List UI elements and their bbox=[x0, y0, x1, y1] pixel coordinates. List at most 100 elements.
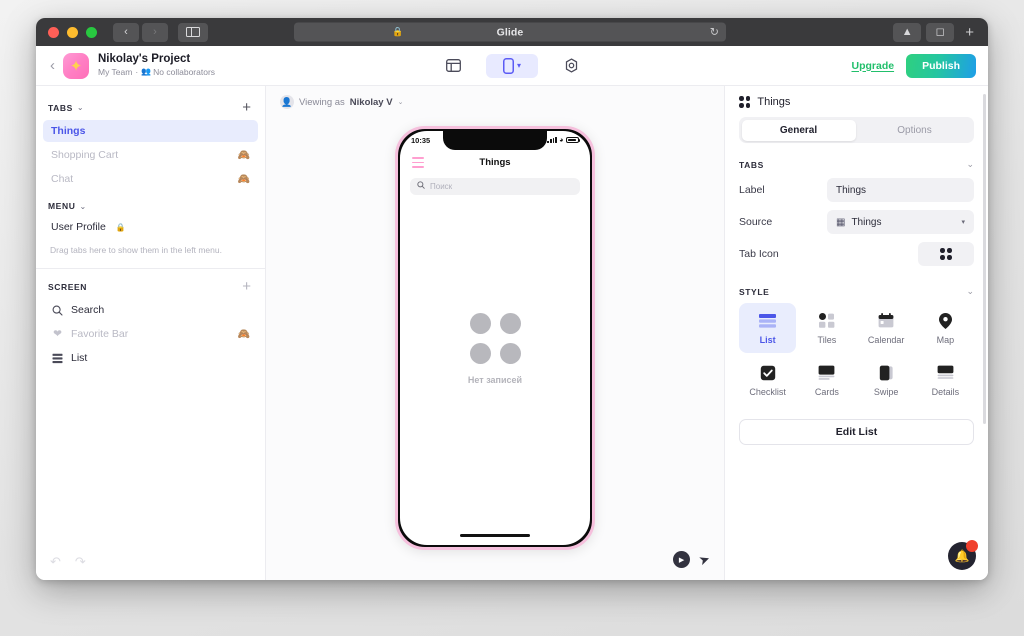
list-icon bbox=[51, 353, 64, 364]
reload-icon[interactable]: ↻ bbox=[710, 26, 719, 39]
style-option-label: Details bbox=[931, 387, 960, 397]
undo-icon[interactable]: ↶ bbox=[50, 554, 61, 570]
redo-icon[interactable]: ↷ bbox=[75, 554, 86, 570]
address-bar-title: Glide bbox=[496, 26, 524, 38]
hidden-eye-icon[interactable]: 🙈 bbox=[238, 150, 250, 161]
editor-mode-switcher: ▾ bbox=[438, 53, 586, 78]
minimize-window-button[interactable] bbox=[67, 26, 78, 38]
tiles-style-icon bbox=[818, 312, 835, 329]
lock-icon: 🔒 bbox=[115, 222, 126, 232]
calendar-style-icon bbox=[878, 312, 894, 329]
style-option-map[interactable]: Map bbox=[917, 303, 974, 353]
menu-section-title[interactable]: MENU ⌄ bbox=[48, 201, 87, 211]
tabs-group-header[interactable]: TABS ⌄ bbox=[739, 159, 974, 170]
style-option-cards[interactable]: Cards bbox=[798, 355, 855, 405]
tool-data-editor[interactable] bbox=[438, 54, 468, 78]
project-subtitle: My Team · 👥 No collaborators bbox=[98, 67, 215, 78]
style-option-checklist[interactable]: Checklist bbox=[739, 355, 796, 405]
style-option-list[interactable]: List bbox=[739, 303, 797, 353]
close-window-button[interactable] bbox=[48, 26, 59, 38]
upgrade-link[interactable]: Upgrade bbox=[851, 60, 894, 72]
sidebar-item-user-profile[interactable]: User Profile 🔒 bbox=[43, 216, 258, 238]
glide-app: ‹ ✦ Nikolay's Project My Team · 👥 No col… bbox=[36, 46, 988, 580]
publish-button[interactable]: Publish bbox=[906, 53, 976, 78]
window-traffic-lights[interactable] bbox=[48, 26, 97, 38]
new-tab-button[interactable]: + bbox=[959, 24, 980, 41]
subtitle-separator: · bbox=[135, 66, 139, 77]
style-option-details[interactable]: Details bbox=[917, 355, 974, 405]
sidebar-toggle-icon[interactable] bbox=[178, 22, 208, 42]
back-to-projects-button[interactable]: ‹ bbox=[46, 57, 63, 74]
sidebar-item-search[interactable]: Search bbox=[43, 299, 258, 321]
list-style-icon bbox=[759, 312, 777, 329]
browser-back-button[interactable]: ‹ bbox=[113, 22, 139, 42]
label-input[interactable]: Things bbox=[827, 178, 974, 202]
style-group-title: STYLE bbox=[739, 286, 770, 297]
heart-icon: ❤ bbox=[53, 328, 62, 341]
phone-empty-state: Нет записей bbox=[400, 195, 590, 545]
phone-search-input[interactable]: Поиск bbox=[410, 177, 580, 195]
style-group-header[interactable]: STYLE ⌄ bbox=[739, 286, 974, 297]
screen-section-title: SCREEN bbox=[48, 282, 87, 292]
style-option-calendar[interactable]: Calendar bbox=[858, 303, 915, 353]
page-title: Nikolay's Project bbox=[98, 52, 191, 65]
add-tab-button[interactable]: + bbox=[242, 100, 251, 115]
tab-icon-picker[interactable] bbox=[918, 242, 974, 266]
user-avatar-icon: 👤 bbox=[280, 95, 294, 109]
tabs-section-header: TABS ⌄ + bbox=[36, 96, 265, 119]
hamburger-menu-icon[interactable] bbox=[412, 157, 424, 168]
sidebar-item-label: Chat bbox=[51, 173, 74, 185]
details-style-icon bbox=[937, 364, 954, 381]
play-icon[interactable]: ▶ bbox=[673, 551, 691, 568]
lock-icon: 🔒 bbox=[392, 26, 404, 37]
table-source-icon: ▦ bbox=[836, 216, 846, 228]
tool-settings[interactable] bbox=[556, 54, 586, 78]
sidebar-item-shopping-cart[interactable]: Shopping Cart 🙈 bbox=[43, 144, 258, 166]
screen-section-label: SCREEN bbox=[48, 281, 88, 292]
sidebar-item-list[interactable]: List bbox=[43, 347, 258, 369]
browser-address-bar[interactable]: 🔒 Glide ↻ bbox=[294, 22, 726, 42]
panel-scrollbar[interactable] bbox=[983, 94, 986, 424]
phone-preview-frame: 10:35 ◕ Things Поиск Нет записей bbox=[395, 125, 595, 550]
tool-layout-device[interactable]: ▾ bbox=[486, 53, 538, 78]
tab-icon-field-row: Tab Icon bbox=[739, 238, 974, 270]
sidebar-item-label: Things bbox=[51, 125, 86, 137]
style-option-label: Tiles bbox=[817, 335, 837, 345]
panel-title: Things bbox=[757, 96, 791, 108]
sidebar-item-label: User Profile bbox=[51, 221, 106, 233]
notifications-button[interactable]: 🔔 bbox=[948, 540, 978, 570]
tab-general[interactable]: General bbox=[741, 119, 856, 141]
phone-status-bar: 10:35 ◕ bbox=[400, 131, 590, 150]
browser-forward-button[interactable]: › bbox=[142, 22, 168, 42]
status-time: 10:35 bbox=[411, 135, 431, 145]
sidebar-item-favorite-bar[interactable]: ❤ Favorite Bar 🙈 bbox=[43, 323, 258, 345]
maximize-window-button[interactable] bbox=[86, 26, 97, 38]
tab-options[interactable]: Options bbox=[858, 120, 972, 141]
sidebar-item-chat[interactable]: Chat 🙈 bbox=[43, 168, 258, 190]
add-component-button[interactable]: + bbox=[242, 279, 251, 294]
style-option-swipe[interactable]: Swipe bbox=[858, 355, 915, 405]
source-dropdown[interactable]: ▦ Things ▾ bbox=[827, 210, 974, 234]
editor-content: TABS ⌄ + Things Shopping Cart 🙈 Chat 🙈 M… bbox=[36, 86, 988, 580]
style-option-tiles[interactable]: Tiles bbox=[798, 303, 855, 353]
map-pin-style-icon bbox=[938, 312, 952, 329]
undo-redo-controls: ↶ ↷ bbox=[50, 554, 86, 570]
style-option-label: Checklist bbox=[749, 387, 786, 397]
project-icon[interactable]: ✦ bbox=[63, 52, 89, 79]
tabs-overview-icon[interactable]: ◻ bbox=[926, 22, 955, 42]
table-icon bbox=[445, 59, 461, 72]
hidden-eye-icon[interactable]: 🙈 bbox=[238, 174, 250, 185]
edit-list-button[interactable]: Edit List bbox=[739, 419, 974, 445]
sidebar-item-things[interactable]: Things bbox=[43, 120, 258, 142]
hidden-eye-icon[interactable]: 🙈 bbox=[238, 329, 250, 340]
search-icon bbox=[417, 181, 425, 191]
battery-icon bbox=[566, 136, 581, 144]
viewing-as-selector[interactable]: 👤 Viewing as Nikolay V ⌄ bbox=[266, 86, 724, 109]
share-icon[interactable]: ▲ bbox=[893, 22, 922, 42]
tabs-section-title[interactable]: TABS ⌄ bbox=[48, 103, 84, 113]
search-icon bbox=[51, 305, 64, 316]
browser-window: ‹ › 🔒 Glide ↻ ▲ ◻ + ‹ ✦ Nikolay's Projec… bbox=[36, 18, 988, 580]
people-icon: 👥 bbox=[141, 66, 151, 76]
preview-canvas: 👤 Viewing as Nikolay V ⌄ 10:35 ◕ Things … bbox=[266, 86, 724, 580]
checklist-style-icon bbox=[760, 364, 776, 381]
